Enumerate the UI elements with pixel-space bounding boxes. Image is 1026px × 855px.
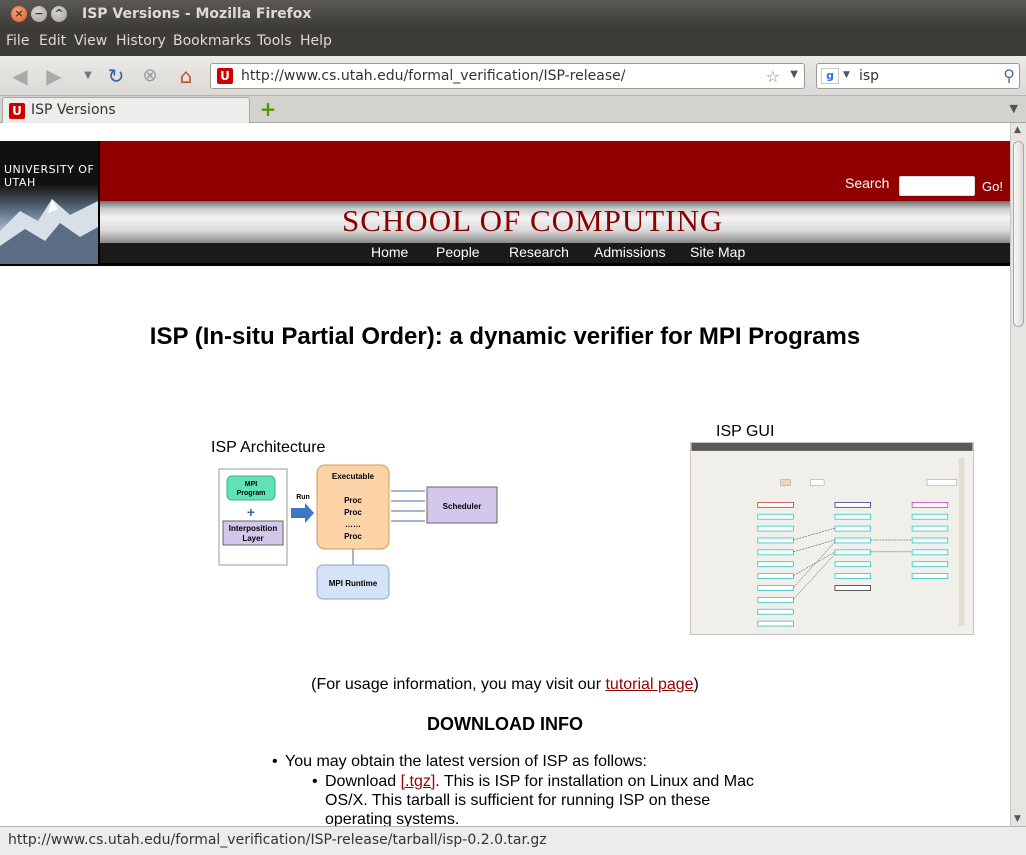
run-arrow-icon xyxy=(291,503,314,523)
logo-text: UNIVERSITY OF UTAH xyxy=(4,163,95,189)
reload-icon[interactable]: ↻ xyxy=(104,64,128,88)
url-dropdown-icon[interactable]: ▼ xyxy=(790,69,798,80)
menu-bar: File Edit View History Bookmarks Tools H… xyxy=(0,28,1026,56)
university-logo[interactable]: UNIVERSITY OF UTAH xyxy=(0,141,98,264)
svg-text:Proc: Proc xyxy=(344,496,362,505)
forward-icon[interactable]: ▶ xyxy=(42,64,66,88)
site-banner: UNIVERSITY OF UTAH Search Go! SCHOOL OF … xyxy=(0,141,1010,266)
arch-scheduler: Scheduler xyxy=(443,502,482,511)
menu-history[interactable]: History xyxy=(116,33,166,49)
svg-text:Layer: Layer xyxy=(242,534,263,543)
back-icon[interactable]: ◀ xyxy=(8,64,32,88)
bookmark-star-icon[interactable]: ☆ xyxy=(766,67,780,86)
architecture-diagram: MPI Program + Interposition Layer Run Ex… xyxy=(218,464,498,600)
tab-list-icon[interactable]: ▼ xyxy=(1010,102,1018,115)
minimize-window-button[interactable]: − xyxy=(31,6,47,22)
status-text: http://www.cs.utah.edu/formal_verificati… xyxy=(8,832,547,848)
tutorial-link[interactable]: tutorial page xyxy=(605,676,693,693)
history-dropdown-icon[interactable]: ▼ xyxy=(76,64,100,88)
new-tab-icon[interactable]: + xyxy=(258,99,278,119)
scroll-down-icon[interactable]: ▼ xyxy=(1014,814,1021,824)
school-name: SCHOOL OF COMPUTING xyxy=(342,203,724,238)
architecture-label: ISP Architecture xyxy=(211,439,326,456)
url-text[interactable]: http://www.cs.utah.edu/formal_verificati… xyxy=(241,68,625,84)
mountain-image xyxy=(0,199,98,264)
arch-interposition: Interposition xyxy=(229,524,278,533)
site-nav-home[interactable]: Home xyxy=(371,244,408,260)
download-heading: DOWNLOAD INFO xyxy=(427,714,583,734)
plus-icon: + xyxy=(247,504,255,520)
site-favicon-icon: U xyxy=(217,68,233,84)
arch-executable: Executable xyxy=(332,472,375,481)
nav-toolbar: ◀ ▶ ▼ ↻ ⊗ ⌂ U http://www.cs.utah.edu/for… xyxy=(0,56,1026,96)
status-bar: http://www.cs.utah.edu/formal_verificati… xyxy=(0,826,1026,855)
svg-text:Proc: Proc xyxy=(344,532,362,541)
svg-text:……: …… xyxy=(345,520,361,529)
site-nav-admissions[interactable]: Admissions xyxy=(594,244,666,260)
search-input[interactable]: isp xyxy=(859,68,879,84)
engine-dropdown-icon[interactable]: ▼ xyxy=(843,70,850,80)
banner-go-button[interactable]: Go! xyxy=(982,179,1003,194)
arch-mpi-runtime: MPI Runtime xyxy=(329,579,378,588)
page-content: UNIVERSITY OF UTAH Search Go! SCHOOL OF … xyxy=(0,123,1010,826)
tab-favicon-icon: U xyxy=(9,103,25,119)
site-nav-sitemap[interactable]: Site Map xyxy=(690,244,745,260)
scrollbar-thumb[interactable] xyxy=(1013,141,1024,327)
menu-file[interactable]: File xyxy=(6,33,29,49)
search-bar[interactable]: g ▼ isp ⚲ xyxy=(816,63,1020,89)
banner-search-input[interactable] xyxy=(899,176,975,196)
gui-label: ISP GUI xyxy=(716,423,775,440)
home-icon[interactable]: ⌂ xyxy=(174,64,198,88)
usage-info: (For usage information, you may visit ou… xyxy=(311,676,699,693)
stop-icon[interactable]: ⊗ xyxy=(138,64,162,88)
arch-mpi-program: MPI xyxy=(245,481,258,488)
window-titlebar: × − ^ ISP Versions - Mozilla Firefox xyxy=(0,0,1026,28)
site-nav-research[interactable]: Research xyxy=(509,244,569,260)
site-nav: Home People Research Admissions Site Map xyxy=(100,243,1010,263)
vertical-scrollbar[interactable]: ▲ ▼ xyxy=(1010,123,1026,826)
maximize-window-button[interactable]: ^ xyxy=(51,6,67,22)
menu-help[interactable]: Help xyxy=(300,33,332,49)
tab-bar: U ISP Versions + ▼ xyxy=(0,96,1026,123)
menu-bookmarks[interactable]: Bookmarks xyxy=(173,33,251,49)
banner-red-band xyxy=(100,141,1010,201)
google-icon[interactable]: g xyxy=(821,68,839,84)
close-window-button[interactable]: × xyxy=(11,6,27,22)
banner-search-label: Search xyxy=(845,175,890,191)
menu-edit[interactable]: Edit xyxy=(39,33,66,49)
arch-run-label: Run xyxy=(296,494,310,501)
svg-text:Program: Program xyxy=(237,490,266,497)
tab-isp-versions[interactable]: U ISP Versions xyxy=(2,97,250,123)
window-title: ISP Versions - Mozilla Firefox xyxy=(82,6,312,22)
svg-text:Proc: Proc xyxy=(344,508,362,517)
scroll-up-icon[interactable]: ▲ xyxy=(1014,125,1021,135)
url-bar[interactable]: U http://www.cs.utah.edu/formal_verifica… xyxy=(210,63,805,89)
search-icon[interactable]: ⚲ xyxy=(1003,66,1015,85)
tgz-download-link[interactable]: [.tgz] xyxy=(401,773,436,790)
isp-gui-screenshot xyxy=(690,442,974,635)
site-nav-people[interactable]: People xyxy=(436,244,480,260)
page-title: ISP (In-situ Partial Order): a dynamic v… xyxy=(149,323,861,350)
tab-label: ISP Versions xyxy=(31,102,116,118)
menu-tools[interactable]: Tools xyxy=(257,33,292,49)
menu-view[interactable]: View xyxy=(74,33,107,49)
